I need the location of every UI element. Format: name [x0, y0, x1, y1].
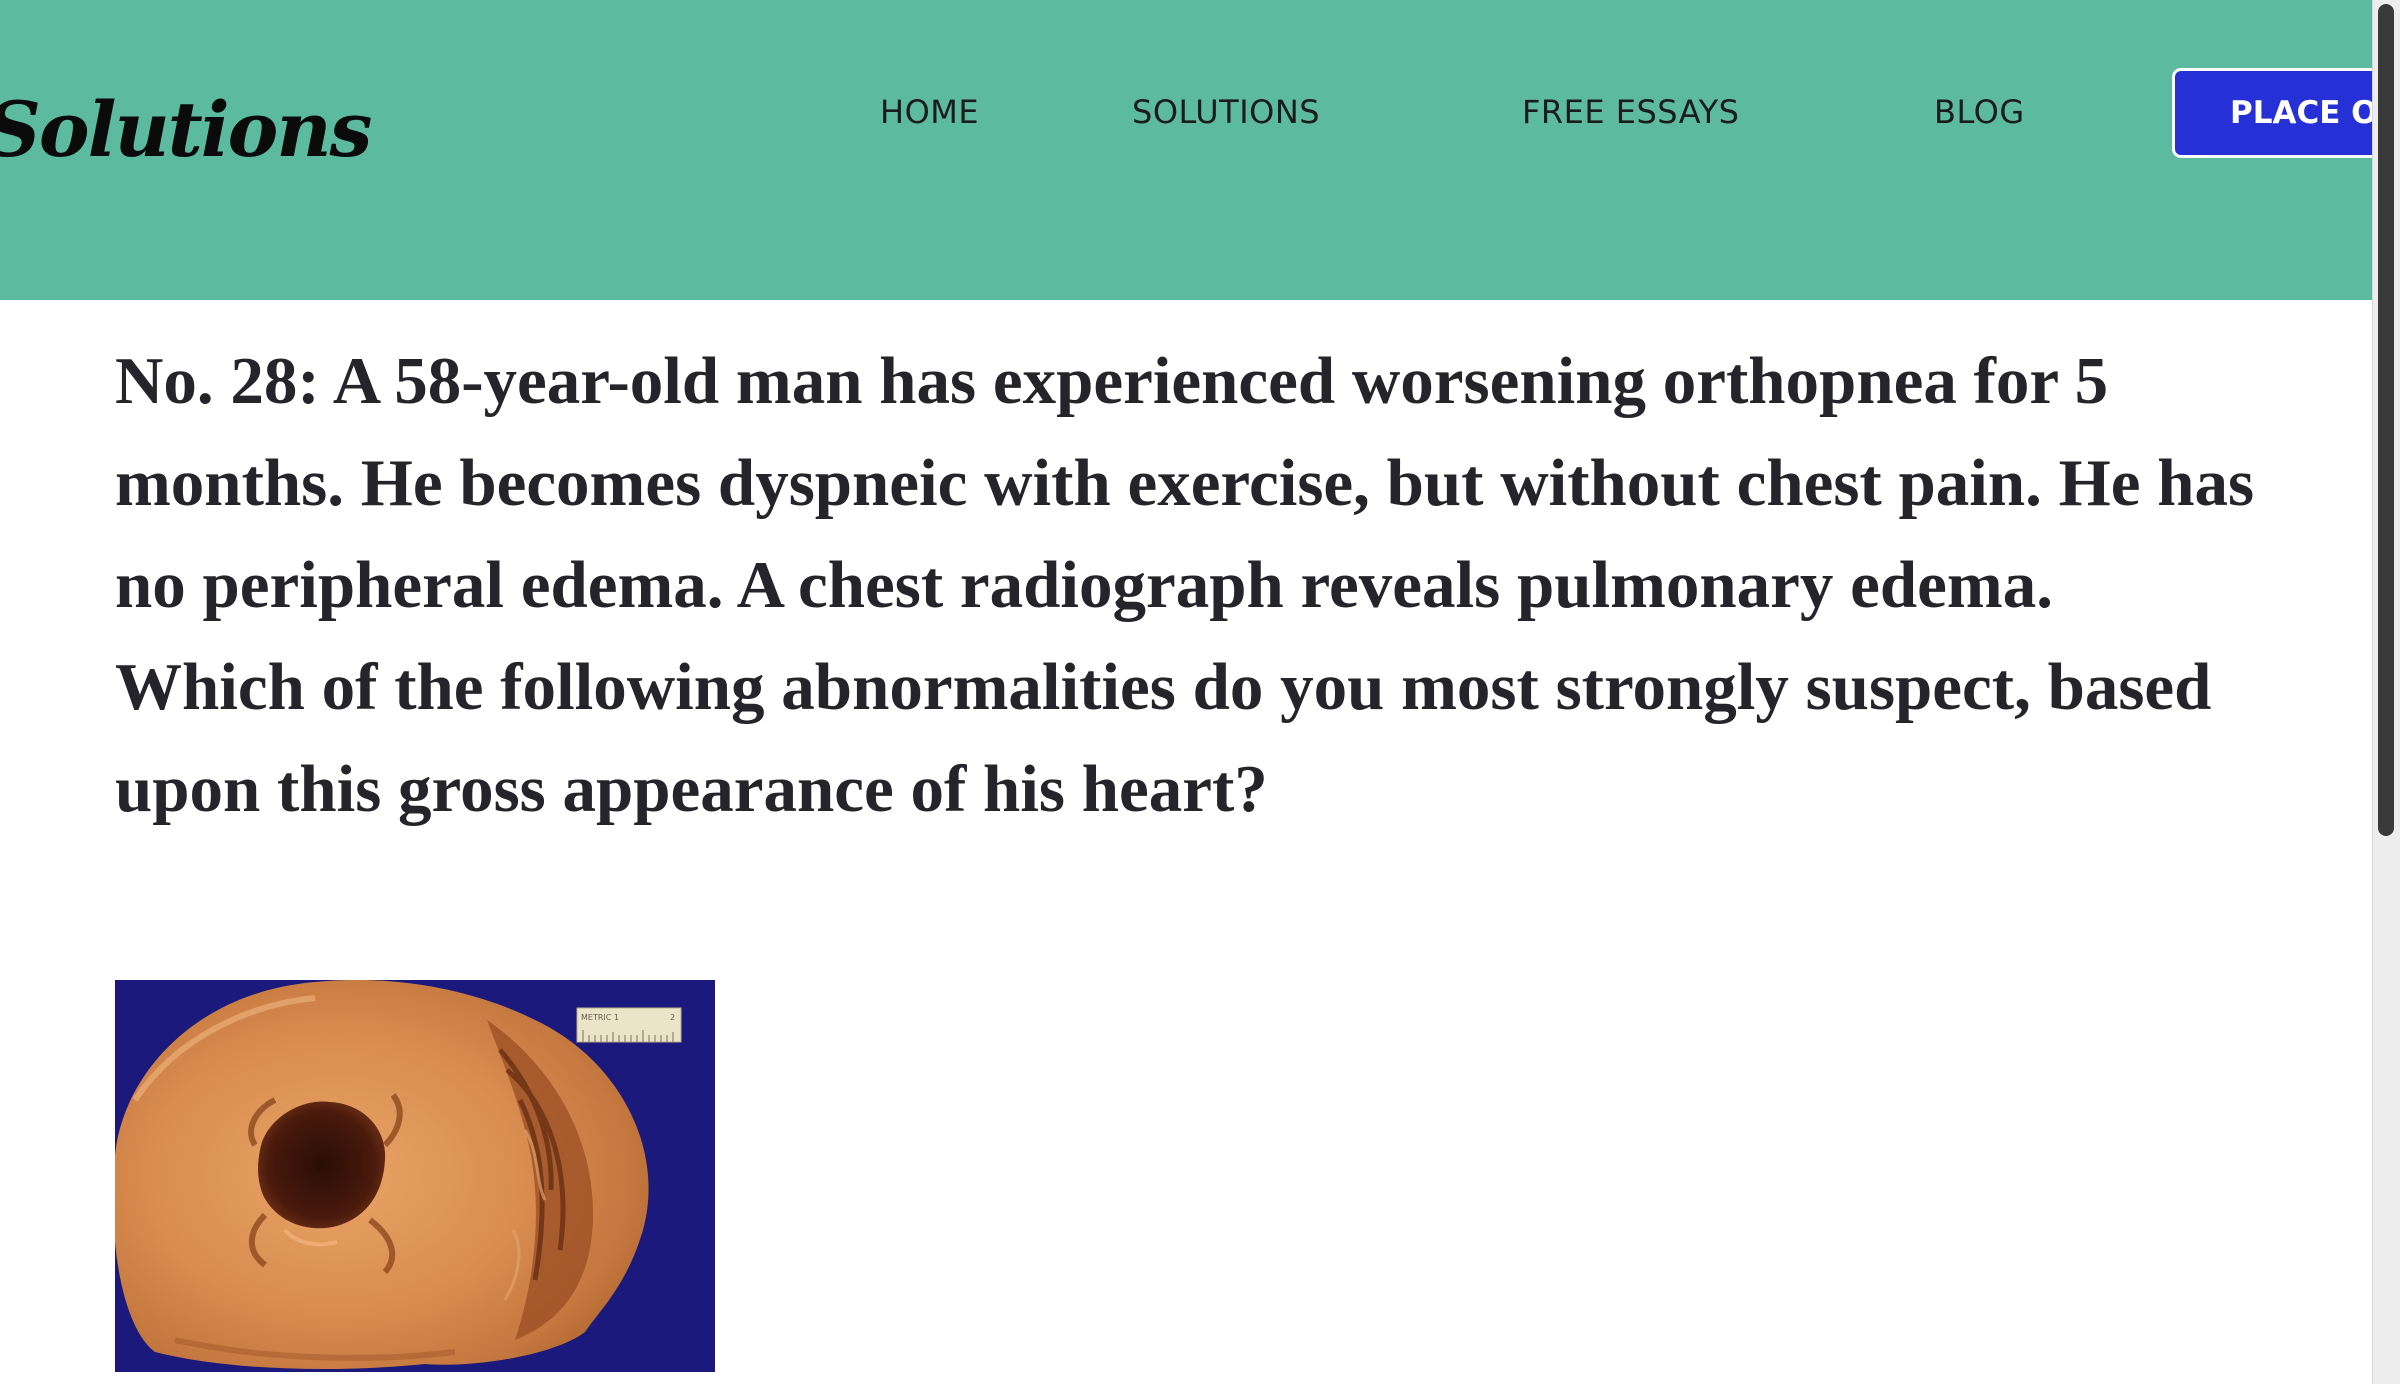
metric-ruler: METRIC 1 2: [576, 1007, 682, 1043]
nav-link-blog[interactable]: BLOG: [1934, 92, 2025, 132]
scrollbar-thumb[interactable]: [2378, 4, 2394, 836]
ruler-number: 2: [670, 1013, 675, 1022]
ruler-label: METRIC 1: [581, 1013, 619, 1022]
place-order-button[interactable]: PLACE ORDER: [2172, 68, 2400, 158]
site-header: Solutions HOME SOLUTIONS FREE ESSAYS BLO…: [0, 0, 2400, 300]
nav-link-home[interactable]: HOME: [880, 92, 979, 132]
heart-specimen-image: METRIC 1 2: [115, 980, 715, 1372]
nav-link-solutions[interactable]: SOLUTIONS: [1132, 92, 1320, 132]
page: Solutions HOME SOLUTIONS FREE ESSAYS BLO…: [0, 0, 2400, 1384]
nav-link-free-essays[interactable]: FREE ESSAYS: [1522, 92, 1739, 132]
question-text: No. 28: A 58-year-old man has experience…: [115, 344, 2255, 826]
site-logo[interactable]: Solutions: [0, 92, 372, 168]
